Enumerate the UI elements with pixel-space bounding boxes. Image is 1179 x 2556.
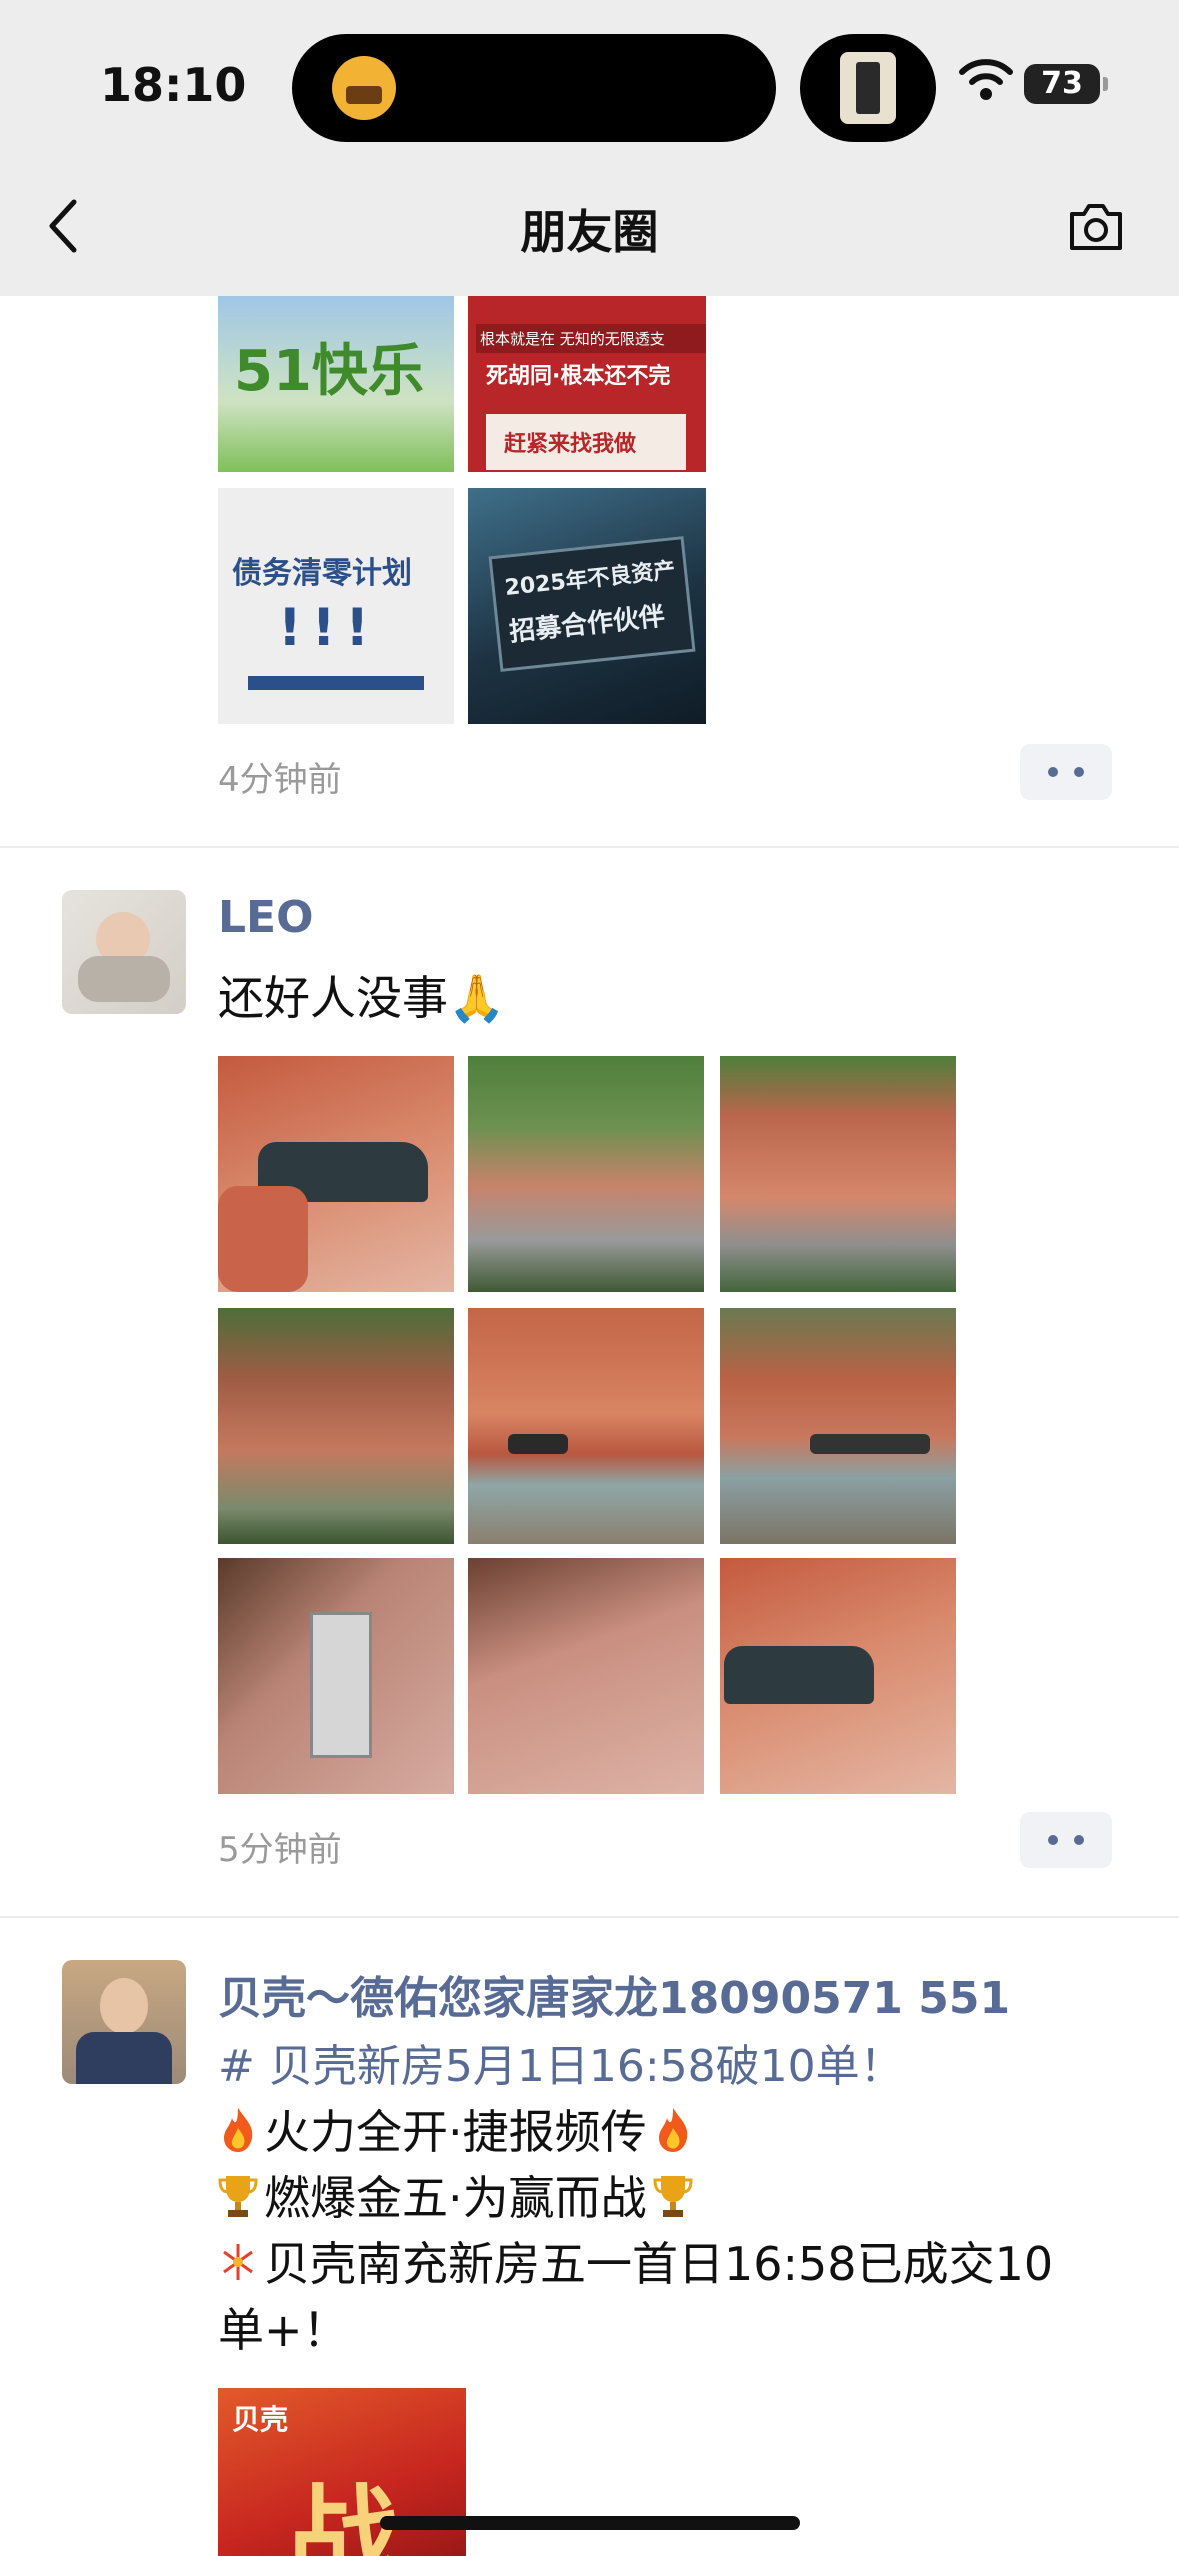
post-3-hashtag[interactable]: # 贝壳新房5月1日16:58破10单！ — [218, 2030, 904, 2094]
post-3-image-1[interactable]: 贝壳 战 — [218, 2388, 466, 2556]
image-caption: 招募合作伙伴 — [507, 601, 667, 648]
post-1-image-2[interactable]: 根本就是在 无知的无限透支 死胡同·根本还不完 赶紧来找我做 — [468, 296, 706, 472]
wifi-icon — [959, 59, 1013, 100]
image-caption: 战 — [288, 2474, 398, 2556]
image-caption: 51快乐 — [234, 339, 424, 404]
post-1-image-4[interactable]: 2025年不良资产 招募合作伙伴 — [468, 488, 706, 724]
image-caption: 2025年不良资产 — [503, 558, 677, 601]
post-1-image-1[interactable]: 51快乐 — [218, 296, 454, 472]
car-shape — [508, 1434, 568, 1454]
post-1-timestamp: 4分钟前 — [218, 760, 342, 800]
avatar-suit — [76, 2032, 172, 2084]
post-2-image-5[interactable] — [468, 1308, 704, 1544]
post-2-image-4[interactable] — [218, 1308, 454, 1544]
post-2-text: 还好人没事🙏 — [218, 971, 506, 1025]
divider — [0, 1916, 1179, 1918]
post-3-line-2: 燃爆金五·为赢而战 — [218, 2162, 699, 2228]
post-2-image-8[interactable] — [468, 1558, 704, 1794]
post-3-line-1: 火力全开·捷报频传 — [218, 2096, 699, 2162]
media-thumbnail-icon — [840, 52, 896, 124]
media-live-activity[interactable] — [800, 34, 936, 142]
battery-indicator: 73 — [1024, 64, 1108, 104]
post-3-line-4: 单+！ — [218, 2303, 349, 2357]
trophy-icon — [218, 2176, 258, 2217]
image-caption: 贝壳 — [232, 2403, 289, 2436]
camera-icon[interactable] — [1066, 198, 1126, 254]
avatar[interactable] — [62, 1960, 186, 2084]
post-2-author[interactable]: LEO — [218, 892, 314, 943]
fire-icon — [658, 2108, 687, 2152]
post-2-timestamp: 5分钟前 — [218, 1830, 342, 1870]
page-title: 朋友圈 — [520, 205, 659, 259]
trophy-icon — [653, 2176, 693, 2217]
post-2-more-button[interactable] — [1020, 1812, 1112, 1868]
car-shape — [724, 1646, 874, 1704]
status-time: 18:10 — [100, 58, 247, 112]
fire-icon — [224, 2108, 253, 2152]
cars-shape — [810, 1434, 930, 1454]
avatar[interactable] — [62, 890, 186, 1014]
image-sign: 2025年不良资产 招募合作伙伴 — [488, 536, 696, 672]
avatar-body — [78, 956, 170, 1002]
image-caption: 死胡同·根本还不完 — [486, 364, 671, 389]
image-banner: 赶紧来找我做 — [486, 414, 686, 470]
image-bar — [248, 676, 424, 690]
car-roof-shape — [310, 1612, 372, 1758]
line-text: 燃爆金五·为赢而战 — [264, 2171, 647, 2225]
post-1-more-button[interactable] — [1020, 744, 1112, 800]
image-caption: 根本就是在 无知的无限透支 — [476, 324, 706, 353]
top-bar: 18:10 73 朋友圈 — [0, 0, 1179, 296]
post-2-image-7[interactable] — [218, 1558, 454, 1794]
post-2-image-6[interactable] — [720, 1308, 956, 1544]
firework-icon — [223, 2244, 253, 2280]
rock-shape — [218, 1186, 308, 1292]
home-indicator[interactable] — [380, 2516, 800, 2530]
image-caption: 债务清零计划 — [232, 556, 412, 591]
post-3-author[interactable]: 贝壳～德佑您家唐家龙18090571 551 — [218, 1962, 1010, 2026]
delivery-live-activity-icon — [332, 56, 396, 120]
post-2-image-9[interactable] — [720, 1558, 956, 1794]
avatar-face — [100, 1978, 148, 2034]
image-caption: 赶紧来找我做 — [504, 432, 637, 457]
line-text: 贝壳南充新房五一首日16:58已成交10 — [264, 2237, 1054, 2291]
post-2-image-2[interactable] — [468, 1056, 704, 1292]
moments-feed[interactable]: 51快乐 根本就是在 无知的无限透支 死胡同·根本还不完 赶紧来找我做 债务清零… — [0, 296, 1179, 2556]
dynamic-island[interactable] — [292, 34, 776, 142]
post-1-image-3[interactable]: 债务清零计划 !!! — [218, 488, 454, 724]
divider — [0, 846, 1179, 848]
post-2-image-3[interactable] — [720, 1056, 956, 1292]
post-3-line-3: 贝壳南充新房五一首日16:58已成交10 — [218, 2228, 1053, 2294]
image-caption: !!! — [278, 598, 380, 658]
post-2-image-1[interactable] — [218, 1056, 454, 1292]
line-text: 火力全开·捷报频传 — [264, 2105, 647, 2159]
